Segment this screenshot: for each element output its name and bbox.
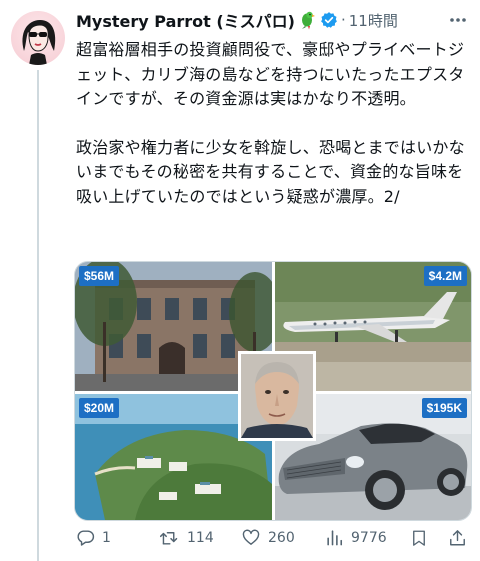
reply-count: 1 bbox=[102, 529, 111, 546]
portrait-inset bbox=[238, 351, 316, 441]
tweet-text: 超富裕層相手の投資顧問役で、豪邸やプライベートジェット、カリブ海の島などを持つに… bbox=[76, 38, 470, 209]
like-button[interactable]: 260 bbox=[241, 528, 295, 547]
timestamp[interactable]: 11時間 bbox=[349, 10, 398, 31]
share-icon bbox=[450, 530, 465, 546]
tweet-header: Mystery Parrot (ミスパロ) · 11時間 bbox=[76, 8, 468, 32]
tweet-paragraph-2: 政治家や権力者に少女を斡旋し、恐喝とまではいかないまでもその秘密を共有することで… bbox=[76, 137, 465, 206]
thread-line bbox=[37, 70, 39, 561]
verified-icon bbox=[320, 11, 338, 29]
retweet-button[interactable]: 114 bbox=[158, 528, 214, 547]
bookmark-button[interactable] bbox=[410, 528, 435, 548]
tweet-media-image[interactable]: $56M $4.2M $20M $195K bbox=[74, 261, 472, 521]
reply-icon bbox=[77, 530, 95, 546]
parrot-icon bbox=[297, 10, 317, 30]
price-badge: $56M bbox=[79, 266, 120, 286]
retweet-icon bbox=[159, 532, 178, 545]
views-icon bbox=[327, 530, 343, 546]
retweet-count: 114 bbox=[187, 529, 214, 546]
view-count: 9776 bbox=[351, 529, 387, 546]
reply-button[interactable]: 1 bbox=[76, 528, 111, 547]
price-badge: $195K bbox=[421, 398, 467, 418]
author-name[interactable]: Mystery Parrot (ミスパロ) bbox=[76, 8, 295, 32]
like-count: 260 bbox=[268, 529, 295, 546]
tweet-paragraph-1: 超富裕層相手の投資顧問役で、豪邸やプライベートジェット、カリブ海の島などを持つに… bbox=[76, 40, 465, 108]
price-badge: $4.2M bbox=[423, 266, 467, 286]
price-badge: $20M bbox=[79, 398, 120, 418]
action-bar: 1 114 260 9776 bbox=[76, 528, 468, 550]
views-button[interactable]: 9776 bbox=[325, 528, 387, 547]
avatar-illustration bbox=[22, 20, 56, 65]
more-icon[interactable] bbox=[448, 10, 468, 30]
bookmark-icon bbox=[413, 530, 425, 546]
like-icon bbox=[242, 529, 260, 545]
share-button[interactable] bbox=[448, 528, 474, 548]
avatar[interactable] bbox=[11, 11, 65, 65]
separator-dot: · bbox=[340, 11, 346, 29]
